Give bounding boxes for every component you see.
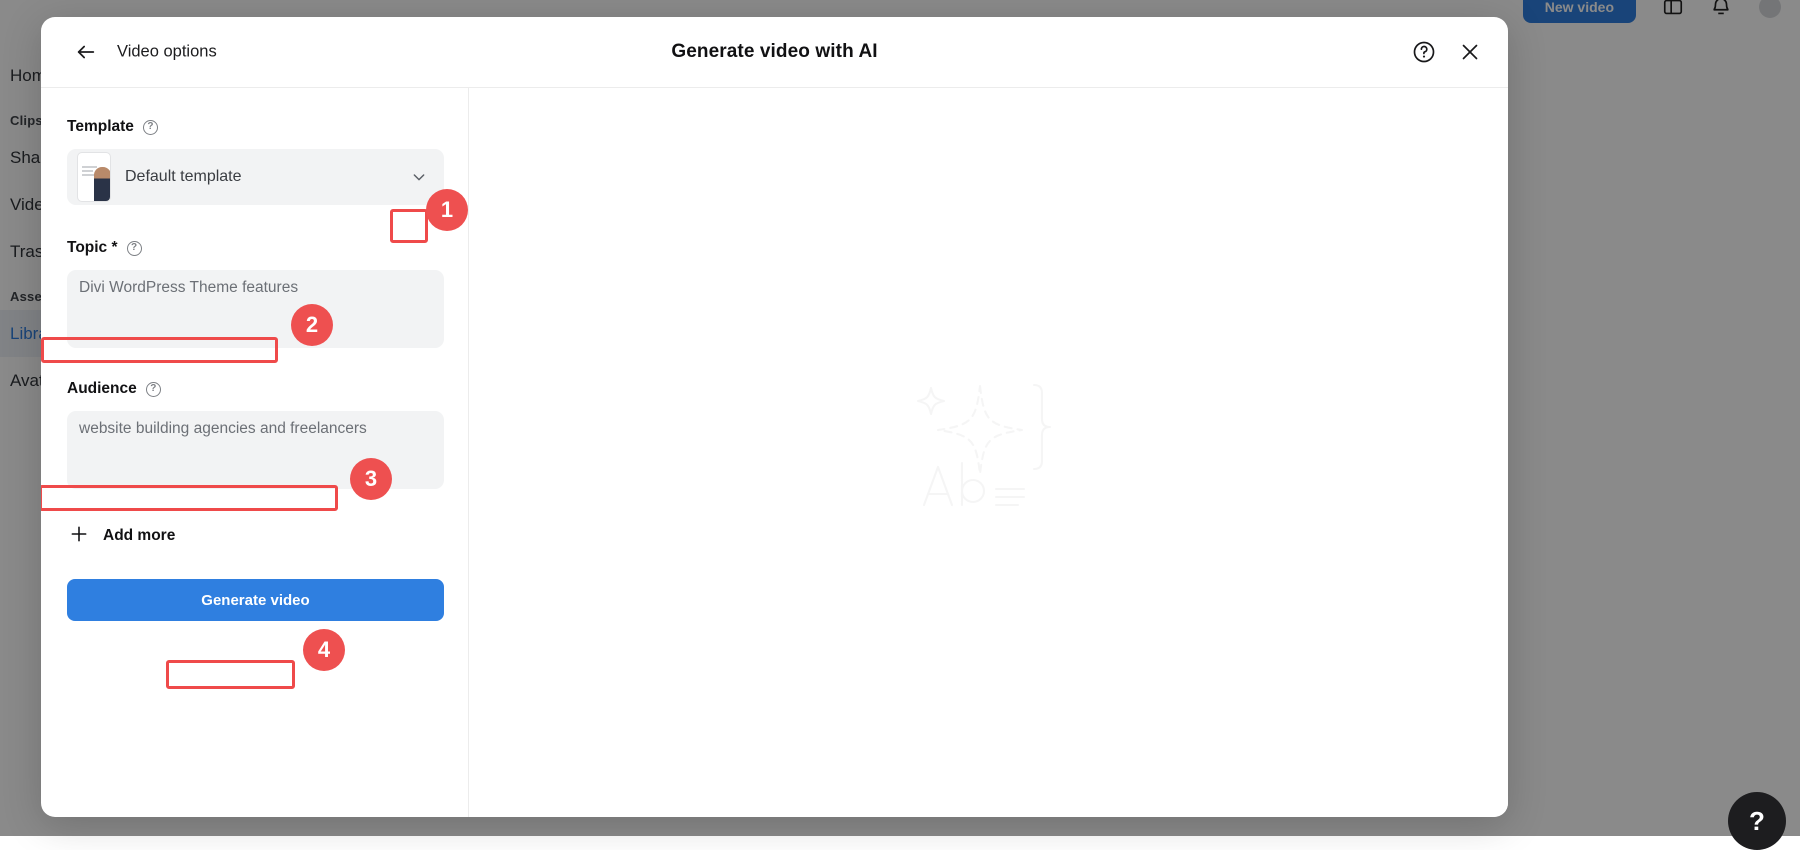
- template-help-icon[interactable]: ?: [143, 120, 158, 135]
- modal-header-actions: [1412, 40, 1482, 64]
- video-preview-panel: [469, 88, 1508, 817]
- generate-video-button[interactable]: Generate video: [67, 579, 444, 621]
- modal-header: Video options Generate video with AI: [41, 17, 1508, 88]
- topic-input[interactable]: Divi WordPress Theme features: [67, 270, 444, 348]
- template-label: Template: [67, 118, 134, 136]
- template-thumbnail-image: [77, 152, 111, 202]
- template-thumb-avatar: [94, 167, 111, 201]
- annotation-box-4: [166, 660, 295, 689]
- template-dropdown[interactable]: Default template: [67, 149, 444, 205]
- audience-label-row: Audience ?: [67, 380, 444, 398]
- topic-help-icon[interactable]: ?: [127, 241, 142, 256]
- topic-label: Topic *: [67, 239, 118, 257]
- add-more-button[interactable]: Add more: [67, 521, 444, 551]
- audience-label: Audience: [67, 380, 137, 398]
- annotation-box-1: [390, 209, 428, 243]
- modal-title: Generate video with AI: [41, 41, 1508, 63]
- chevron-down-icon[interactable]: [408, 166, 430, 188]
- topic-label-row: Topic * ?: [67, 239, 444, 257]
- topic-input-value: Divi WordPress Theme features: [79, 279, 298, 296]
- generate-video-modal: Video options Generate video with AI: [41, 17, 1508, 817]
- help-circle-icon[interactable]: [1412, 40, 1436, 64]
- add-more-label: Add more: [103, 527, 175, 545]
- template-selected-value: Default template: [125, 168, 242, 186]
- video-options-panel: Template ? Default template: [41, 88, 469, 817]
- audience-help-icon[interactable]: ?: [146, 382, 161, 397]
- modal-body: Template ? Default template: [41, 88, 1508, 817]
- ai-placeholder-illustration: [914, 375, 1064, 530]
- audience-input[interactable]: website building agencies and freelancer…: [67, 411, 444, 489]
- template-label-row: Template ?: [67, 118, 444, 136]
- close-icon[interactable]: [1458, 40, 1482, 64]
- annotation-badge-4: 4: [303, 629, 345, 671]
- audience-input-value: website building agencies and freelancer…: [79, 420, 367, 437]
- plus-icon: [69, 524, 89, 549]
- help-fab-button[interactable]: ?: [1728, 792, 1786, 850]
